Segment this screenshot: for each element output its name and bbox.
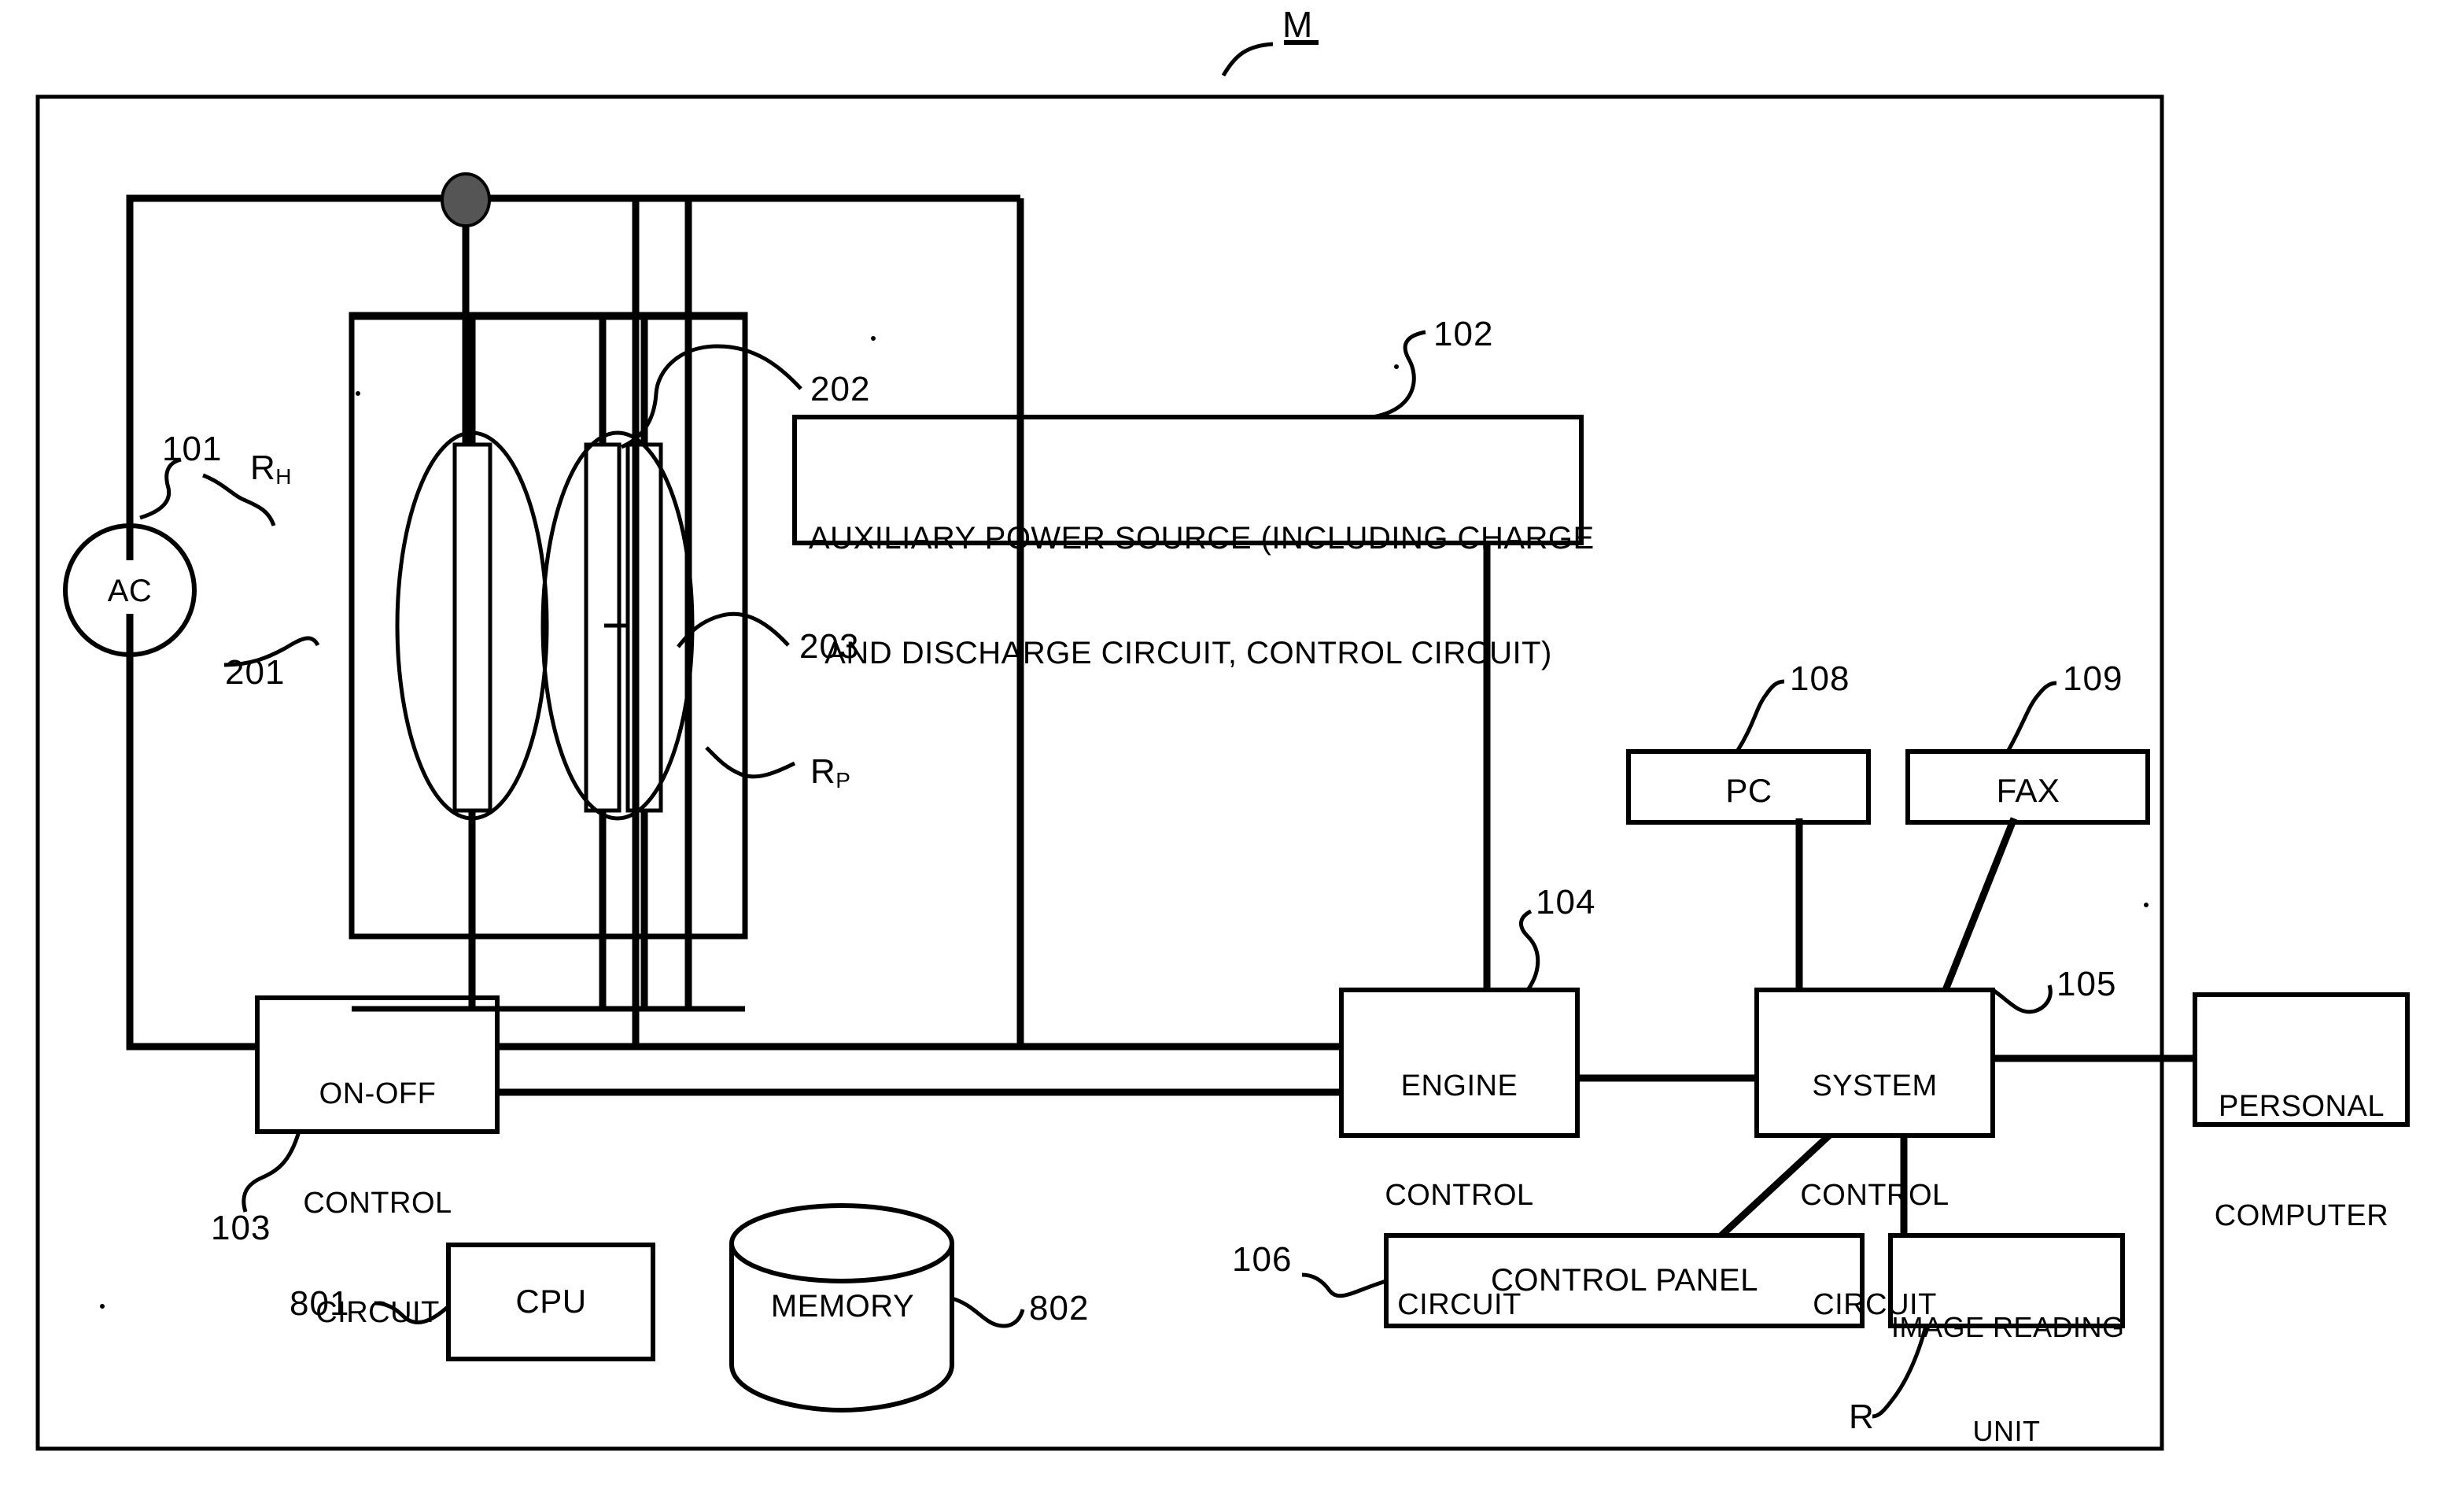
memory-label: MEMORY xyxy=(770,1289,915,1324)
system-line-2: CONTROL xyxy=(1800,1178,1949,1212)
ref-106-label: 106 xyxy=(1232,1240,1293,1279)
ref-101-label: 101 xyxy=(162,430,223,468)
ref-R-label: R xyxy=(1849,1398,1875,1436)
scan-speckle xyxy=(871,336,876,341)
heat-roller-label: RH xyxy=(250,449,293,489)
ref-109-label: 109 xyxy=(2063,659,2123,698)
aux-line-1: AUXILIARY POWER SOURCE (INCLUDING CHARGE xyxy=(809,520,1595,556)
scan-speckle xyxy=(100,1304,105,1309)
onoff-line-1: ON-OFF xyxy=(319,1076,437,1110)
scan-speckle xyxy=(1394,364,1399,369)
junction-node xyxy=(441,172,491,227)
ref-201-label: 201 xyxy=(225,653,286,692)
ref-104-leader xyxy=(1519,909,1540,992)
ref-105-leader xyxy=(1991,984,2053,1014)
on-off-control-circuit-label: ON-OFF CONTROL CIRCUIT xyxy=(260,1003,496,1404)
ref-802-label: 802 xyxy=(1029,1289,1090,1328)
machine-label: M xyxy=(1282,4,1313,45)
personal-computer-label: PERSONAL COMPUTER xyxy=(2197,1015,2406,1307)
onoff-line-2: CONTROL xyxy=(303,1186,452,1220)
fax-label: FAX xyxy=(1996,772,2060,809)
ref-104-label: 104 xyxy=(1536,883,1596,921)
ref-202-leader xyxy=(620,344,802,449)
iru-line-1: IMAGE READING xyxy=(1891,1310,2125,1343)
aux-line-2: AND DISCHARGE CIRCUIT, CONTROL CIRCUIT) xyxy=(824,635,1552,670)
ref-102-label: 102 xyxy=(1433,315,1494,353)
engine-line-2: CONTROL xyxy=(1385,1178,1534,1212)
pc-label: PC xyxy=(1725,772,1772,809)
ref-801-label: 801 xyxy=(290,1284,350,1323)
main-heater-lamp xyxy=(452,442,492,813)
ref-RP-leader xyxy=(705,746,796,779)
m-leader xyxy=(1221,42,1274,77)
ref-802-leader xyxy=(951,1296,1025,1328)
ref-108-label: 108 xyxy=(1790,659,1850,698)
system-line-1: SYSTEM xyxy=(1812,1069,1938,1102)
pressure-roller-label: RP xyxy=(810,752,851,793)
image-reading-unit-label: IMAGE READING UNIT xyxy=(1891,1241,2125,1503)
ref-109-leader xyxy=(2005,681,2057,753)
ref-108-leader xyxy=(1735,679,1785,753)
engine-control-circuit-label: ENGINE CONTROL CIRCUIT xyxy=(1344,995,1575,1396)
control-panel-label: CONTROL PANEL xyxy=(1491,1263,1758,1298)
memory-cylinder-top xyxy=(729,1203,954,1283)
ref-202-label: 202 xyxy=(810,370,871,408)
scan-speckle xyxy=(356,391,360,396)
cpu-label: CPU xyxy=(515,1283,587,1320)
ref-103-label: 103 xyxy=(211,1209,271,1247)
engine-line-1: ENGINE xyxy=(1400,1069,1518,1102)
ref-105-label: 105 xyxy=(2056,965,2117,1003)
ref-203-leader xyxy=(677,611,790,648)
iru-line-2: UNIT xyxy=(1972,1414,2041,1447)
heat-roller xyxy=(395,430,549,821)
scan-speckle xyxy=(2144,903,2149,907)
ref-102-leader xyxy=(1372,330,1426,419)
patent-figure: M 101 AC RH RP 201 202 203 102 AUXILIARY… xyxy=(0,0,2464,1503)
pc-line-1: PERSONAL xyxy=(2219,1089,2385,1123)
auxiliary-power-source-label: AUXILIARY POWER SOURCE (INCLUDING CHARGE… xyxy=(809,442,1595,749)
ac-source-label: AC xyxy=(107,574,153,608)
system-to-fax xyxy=(1942,817,2018,992)
pc-line-2: COMPUTER xyxy=(2214,1198,2389,1232)
